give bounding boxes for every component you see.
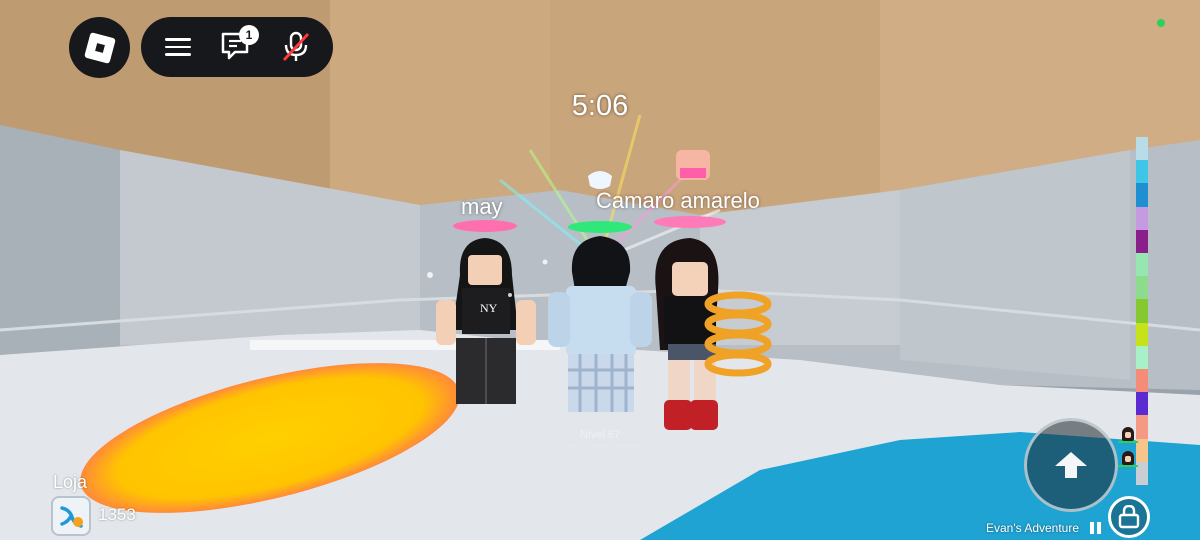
svg-text:NY: NY [480, 301, 498, 315]
round-timer: 5:06 [571, 90, 629, 122]
shop-button[interactable] [51, 496, 91, 536]
scene-graphics: NY [0, 0, 1200, 540]
lock-icon [1118, 505, 1140, 529]
roblox-menu-button[interactable] [69, 17, 130, 78]
player-level-subtext: 1 Pontos de Habilidade não utilizados [558, 443, 642, 449]
player-list-avatar-2[interactable] [1118, 447, 1138, 467]
microphone-button[interactable] [272, 23, 320, 71]
color-swatch [1136, 160, 1148, 184]
connection-status-dot [1157, 19, 1165, 27]
avatar-head-icon [1122, 451, 1134, 465]
hamburger-icon [165, 33, 192, 61]
microphone-muted-icon [282, 31, 309, 61]
arrow-up-icon [1055, 452, 1087, 478]
color-swatch [1136, 253, 1148, 277]
color-swatch [1136, 137, 1148, 161]
color-swatch [1136, 299, 1148, 323]
player-nametag-left: may [461, 194, 503, 219]
player-list-avatar-1[interactable] [1118, 423, 1138, 443]
shop-icon [60, 506, 83, 528]
color-swatch [1136, 276, 1148, 300]
game-viewport[interactable]: NY [0, 0, 1200, 540]
shop-label: Loja [53, 472, 88, 492]
game-title: Evan's Adventure [986, 521, 1080, 535]
chat-notification-badge: 1 [238, 25, 259, 45]
player-level-label: Nível 67 [579, 429, 621, 441]
jump-button[interactable] [1024, 418, 1118, 512]
color-swatch [1136, 183, 1148, 207]
shift-lock-button[interactable] [1108, 496, 1150, 538]
color-swatch [1136, 229, 1148, 254]
coin-balance: 1353 [98, 505, 136, 524]
roblox-logo-icon [83, 31, 116, 64]
player-nametag-center: Camaro amarelo [596, 188, 760, 213]
color-swatch [1136, 206, 1148, 230]
color-swatch [1136, 369, 1148, 393]
menu-button[interactable] [154, 23, 202, 71]
avatar-head-icon [1122, 427, 1134, 441]
color-swatch [1136, 322, 1148, 346]
chat-button[interactable]: 1 [213, 23, 261, 71]
pause-icon[interactable] [1090, 522, 1102, 534]
color-swatch [1136, 345, 1148, 370]
top-toolbar: 1 [141, 17, 333, 77]
color-swatch [1136, 392, 1148, 416]
